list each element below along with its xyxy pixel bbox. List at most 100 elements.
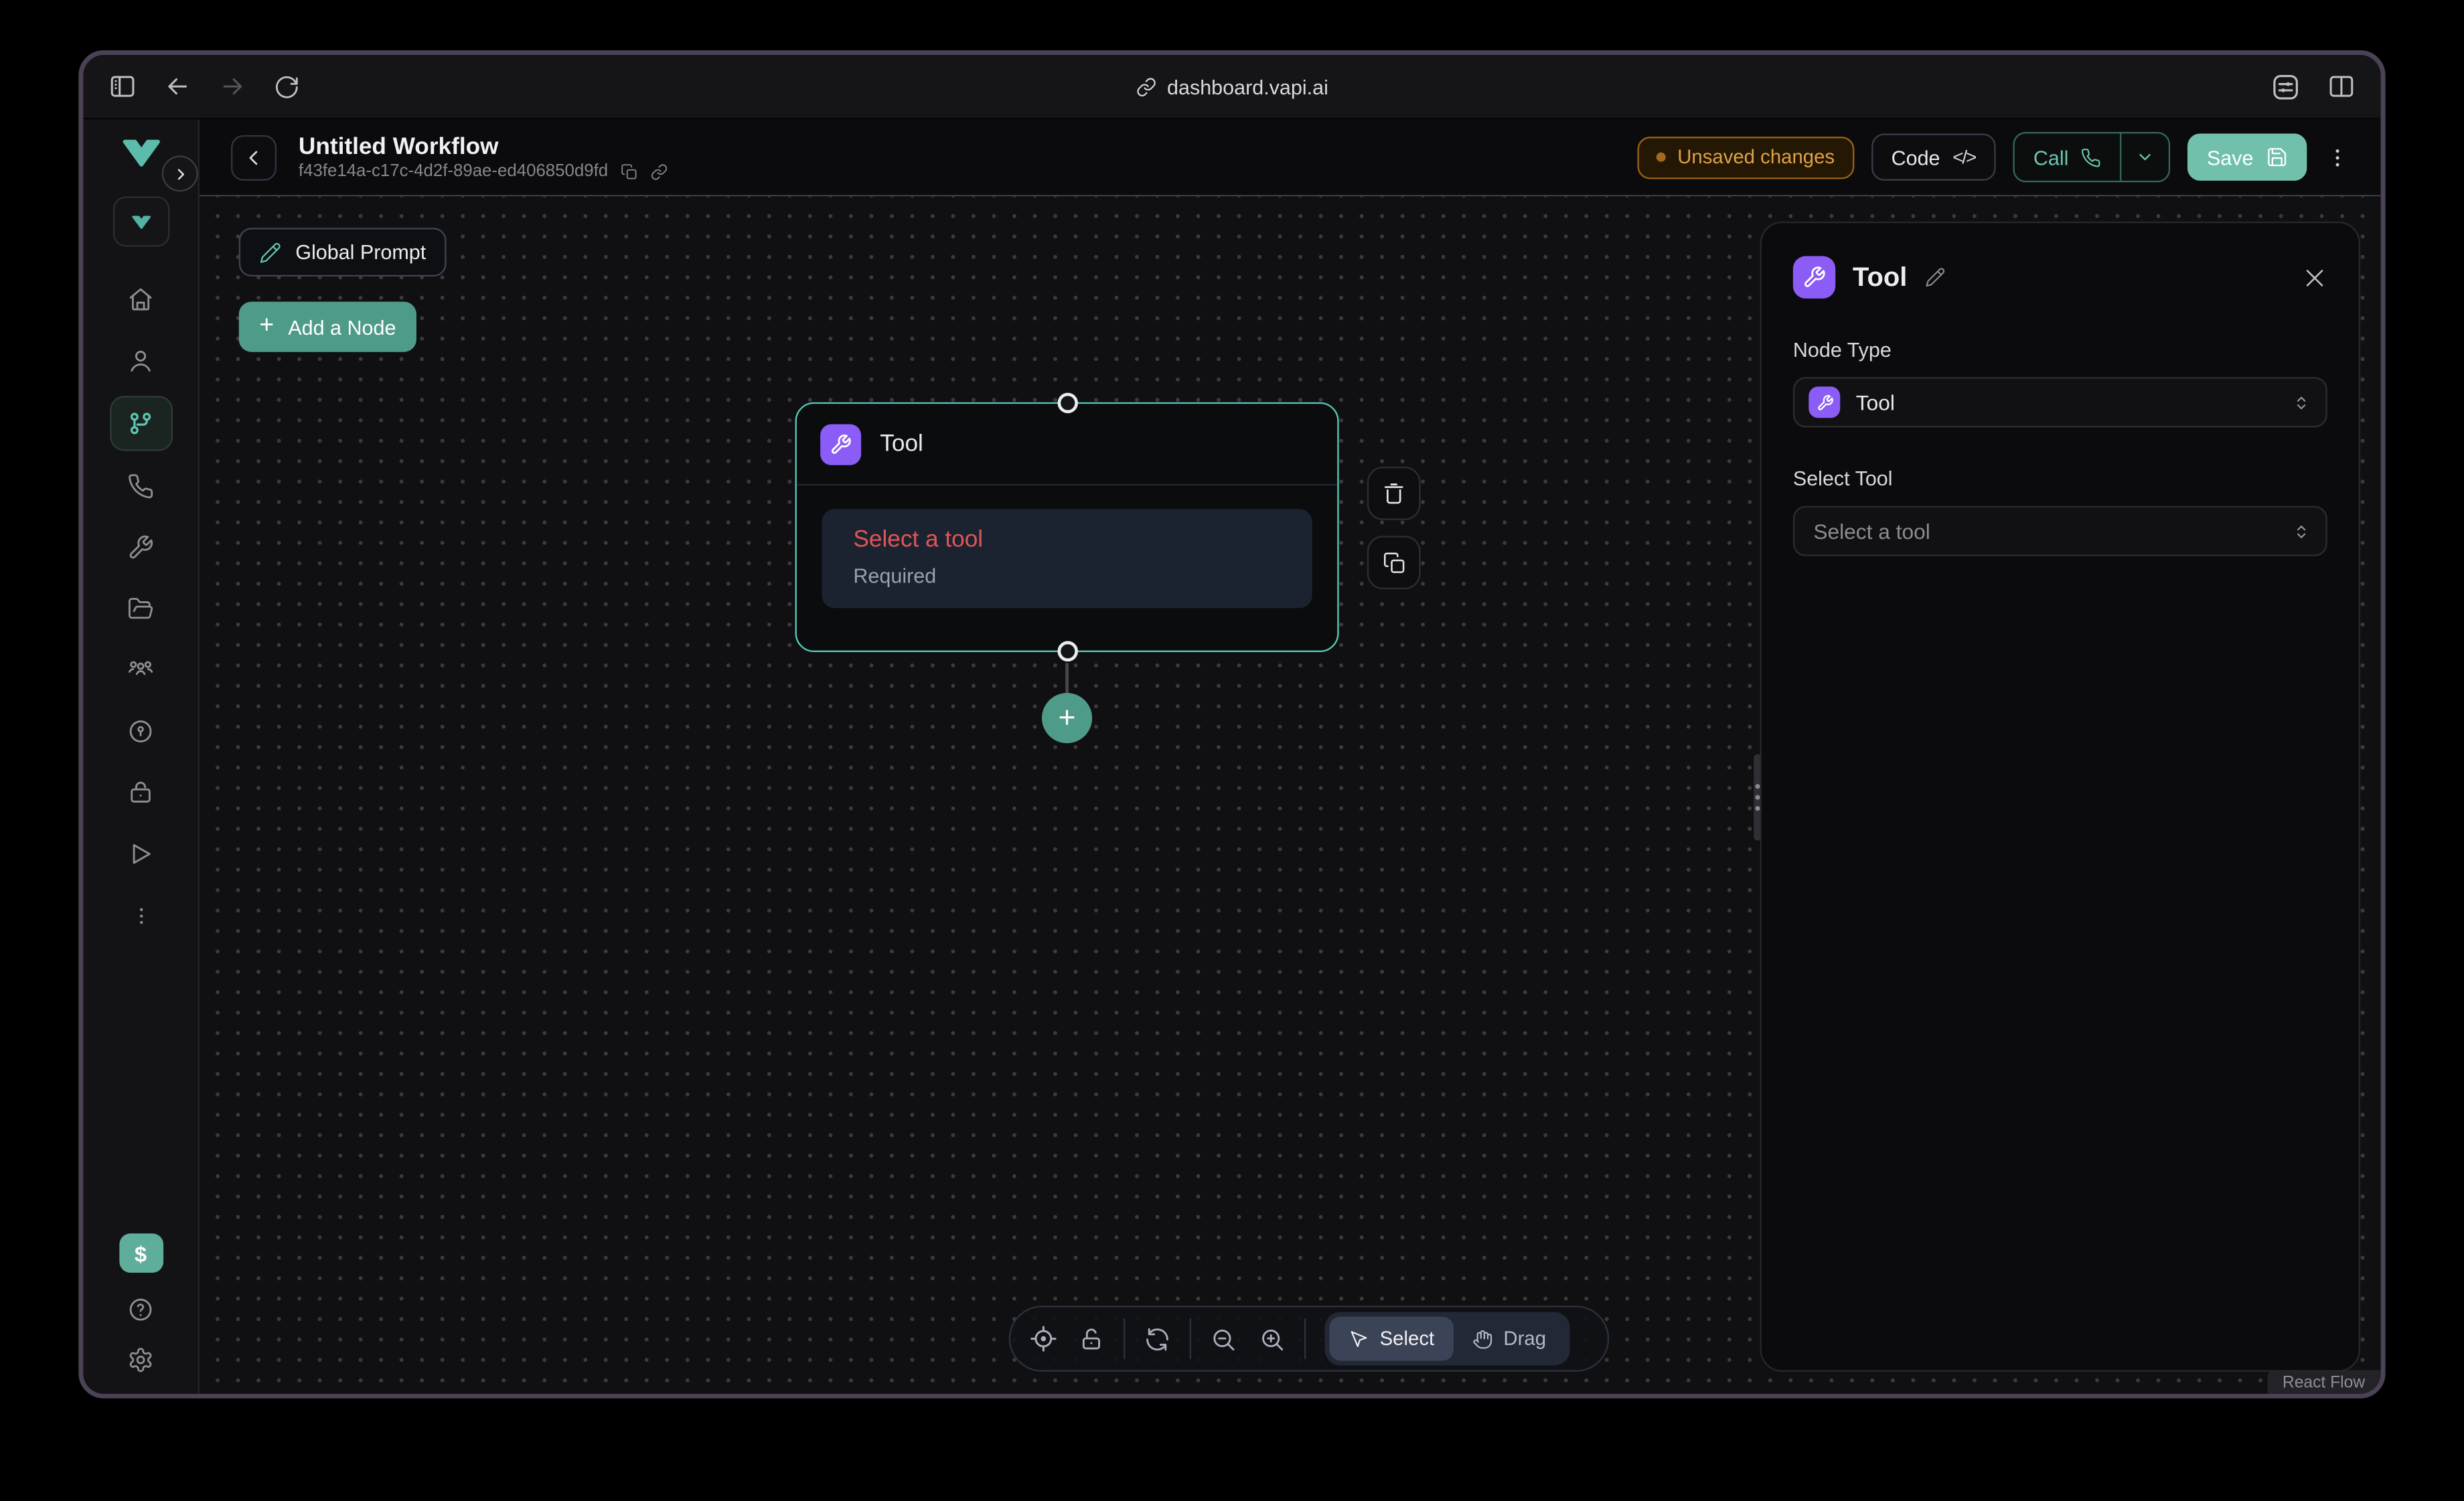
unsaved-dot-icon (1657, 153, 1667, 162)
trash-icon (1381, 481, 1407, 506)
sidebar-item-test[interactable] (110, 828, 170, 880)
app-root: $ Untitled (83, 119, 2380, 1395)
tool-node-header: Tool (797, 404, 1337, 485)
wrench-icon (820, 424, 861, 465)
fit-view-button[interactable] (1018, 1324, 1067, 1352)
sidebar-item-more[interactable] (110, 889, 170, 941)
mode-segmented-control: Select Drag (1324, 1312, 1569, 1366)
add-node-button[interactable]: + Add a Node (239, 302, 416, 352)
chevron-down-icon (2136, 148, 2155, 167)
reload-icon[interactable] (273, 73, 300, 100)
tools-icon (127, 534, 154, 561)
main-area: Untitled Workflow f43fe14a-c17c-4d2f-89a… (200, 119, 2381, 1395)
squads-icon (127, 657, 154, 684)
code-icon: </> (1952, 146, 1975, 168)
code-button[interactable]: Code </> (1871, 133, 1995, 180)
split-view-icon[interactable] (2327, 72, 2356, 100)
lock-toggle-button[interactable] (1067, 1326, 1116, 1352)
copy-id-icon[interactable] (621, 163, 638, 180)
phone-icon (2081, 147, 2102, 167)
browser-chrome: dashboard.vapi.ai (83, 55, 2380, 119)
call-split-button: Call (2013, 132, 2171, 182)
pencil-icon (259, 241, 281, 263)
select-tool-label: Select Tool (1793, 467, 2327, 490)
header-actions: Unsaved changes Code </> Call (1638, 132, 2350, 182)
tool-node[interactable]: Tool Select a tool Required (795, 402, 1339, 652)
workflows-icon (127, 410, 154, 437)
forward-icon[interactable] (218, 72, 246, 100)
tool-node-hint: Required (853, 564, 1280, 588)
select-mode-button[interactable]: Select (1330, 1317, 1454, 1361)
sidebar-item-home[interactable] (110, 273, 170, 325)
sidebar-item-provider-keys[interactable] (110, 706, 170, 757)
sidebar: $ (83, 119, 200, 1395)
sidebar-item-tools[interactable] (110, 522, 170, 573)
sidebar-item-files[interactable] (110, 583, 170, 635)
sidebar-item-security[interactable] (110, 767, 170, 818)
call-button[interactable]: Call (2015, 133, 2121, 180)
tool-node-title: Tool (880, 430, 923, 457)
node-input-handle[interactable] (1057, 393, 1078, 414)
files-icon (127, 595, 154, 622)
call-options-button[interactable] (2121, 133, 2169, 180)
node-output-handle[interactable] (1057, 641, 1078, 662)
address-bar[interactable]: dashboard.vapi.ai (83, 55, 2380, 118)
canvas-toolbar: Select Drag (1009, 1306, 1610, 1372)
sidebar-item-phone-numbers[interactable] (110, 461, 170, 512)
grip-dot-icon (1756, 806, 1760, 811)
browser-nav-controls (108, 72, 300, 100)
duplicate-node-button[interactable] (1367, 536, 1421, 589)
sidebar-toggle-icon[interactable] (108, 72, 137, 100)
drag-mode-button[interactable]: Drag (1453, 1317, 1565, 1361)
back-button[interactable] (231, 135, 277, 180)
refresh-layout-button[interactable] (1133, 1326, 1182, 1352)
provider-keys-icon (127, 718, 154, 745)
save-button[interactable]: Save (2188, 133, 2307, 180)
sidebar-item-assistants[interactable] (110, 335, 170, 386)
zoom-in-button[interactable] (1247, 1326, 1296, 1352)
global-prompt-button[interactable]: Global Prompt (239, 228, 447, 276)
wrench-icon (1808, 386, 1840, 418)
copy-icon (1382, 551, 1405, 574)
grip-dot-icon (1756, 784, 1760, 789)
close-panel-button[interactable] (2302, 264, 2327, 290)
cursor-icon (1349, 1328, 1369, 1349)
tool-node-validation: Select a tool Required (822, 509, 1312, 608)
sidebar-item-workflows[interactable] (109, 396, 172, 451)
rename-node-button[interactable] (1924, 267, 1945, 288)
select-tool-placeholder: Select a tool (1808, 520, 1930, 543)
workflow-header: Untitled Workflow f43fe14a-c17c-4d2f-89a… (200, 119, 2381, 196)
save-icon (2266, 146, 2288, 168)
workflow-canvas[interactable]: Global Prompt + Add a Node Tool (200, 196, 2381, 1395)
vapi-logo (121, 137, 161, 169)
node-type-select[interactable]: Tool (1793, 377, 2327, 427)
help-button[interactable] (127, 1296, 154, 1323)
select-tool-select[interactable]: Select a tool (1793, 506, 2327, 556)
node-inspector-panel: Tool Node Type (1760, 222, 2361, 1372)
settings-button[interactable] (127, 1346, 154, 1373)
grip-dot-icon (1756, 795, 1760, 800)
copy-link-icon[interactable] (650, 163, 668, 180)
panel-title: Tool (1853, 262, 1907, 293)
zoom-out-button[interactable] (1199, 1326, 1248, 1352)
url-text: dashboard.vapi.ai (1167, 74, 1328, 98)
panel-header: Tool (1793, 256, 2327, 299)
sidebar-expand-button[interactable] (162, 155, 198, 191)
node-edge (1065, 663, 1069, 696)
delete-node-button[interactable] (1367, 467, 1421, 520)
org-switcher-button[interactable] (112, 196, 169, 246)
node-type-value: Tool (1856, 390, 1895, 414)
overflow-menu-button[interactable] (2324, 145, 2350, 169)
back-icon[interactable] (163, 72, 191, 100)
phone-icon (127, 473, 154, 499)
billing-button[interactable]: $ (119, 1233, 163, 1273)
sidebar-item-squads[interactable] (110, 644, 170, 696)
screen: dashboard.vapi.ai (0, 0, 2464, 1500)
add-next-node-button[interactable]: + (1042, 693, 1092, 743)
node-action-buttons (1367, 467, 1421, 589)
more-icon (130, 904, 152, 927)
assistants-icon (127, 347, 154, 374)
reader-settings-icon[interactable] (2270, 72, 2301, 102)
workflow-id: f43fe14a-c17c-4d2f-89ae-ed406850d9fd (299, 163, 608, 180)
workflow-title-block: Untitled Workflow f43fe14a-c17c-4d2f-89a… (299, 135, 668, 180)
